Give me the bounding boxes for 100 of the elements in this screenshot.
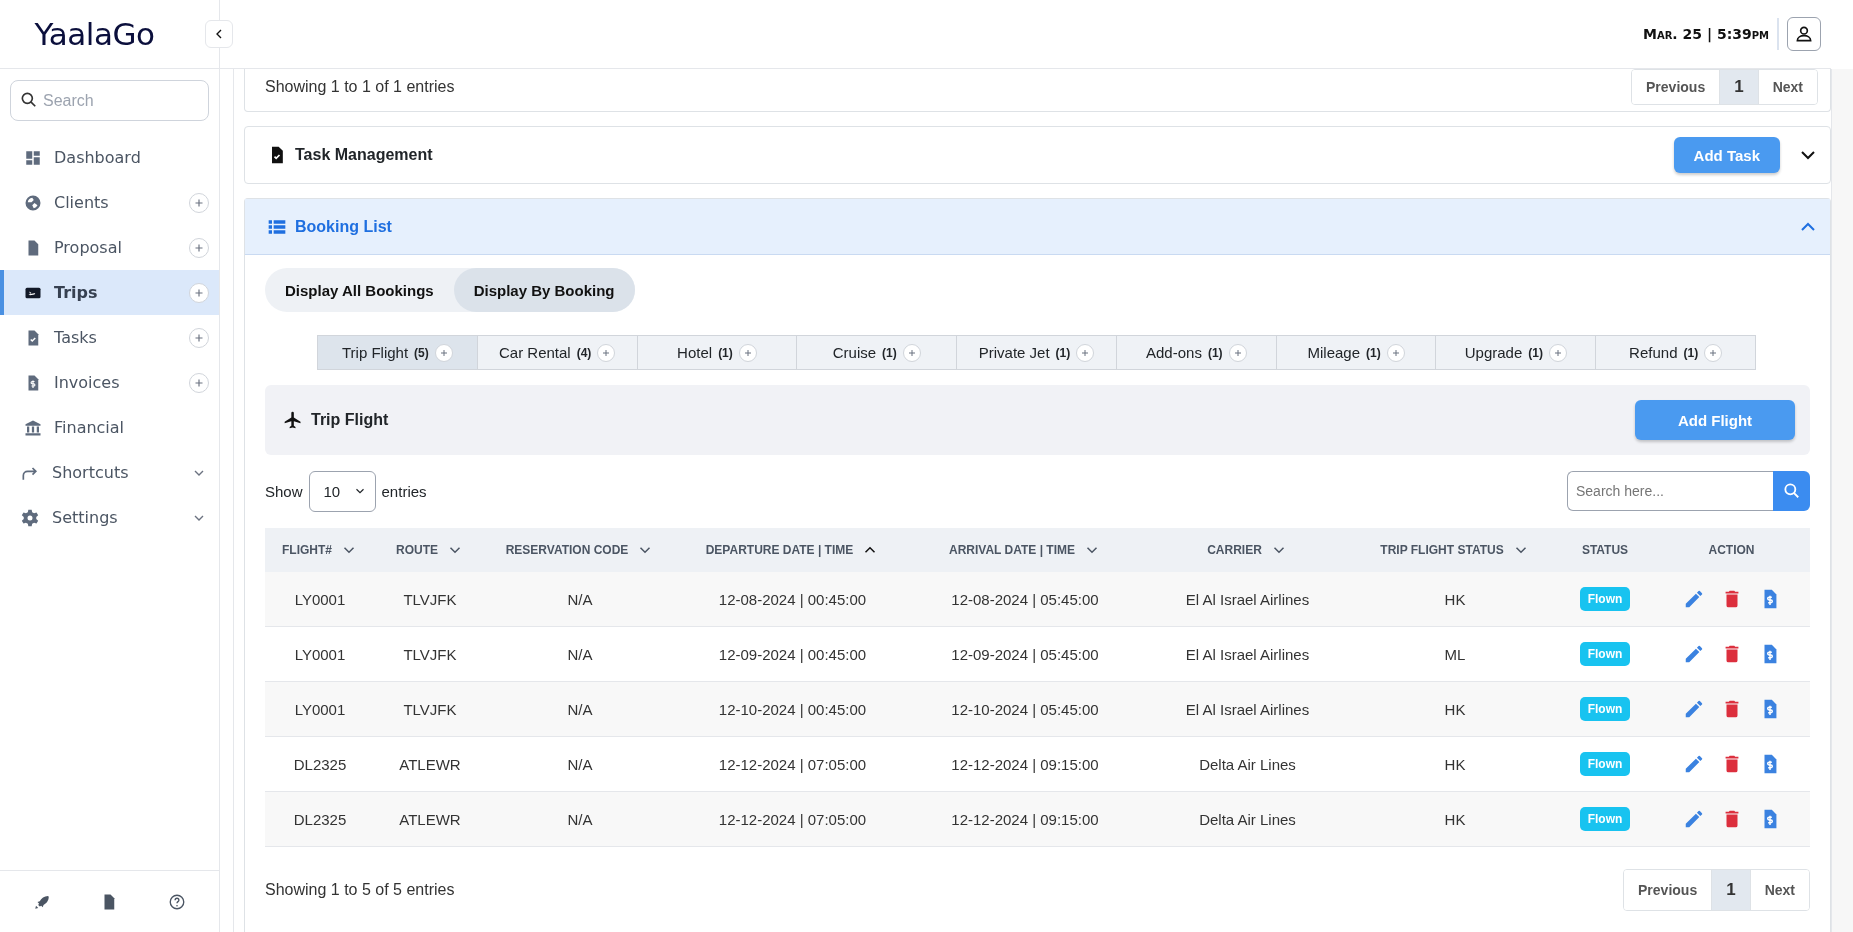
add-button[interactable]: [1228, 343, 1247, 362]
category-tab[interactable]: Cruise (1): [797, 336, 958, 369]
column-header[interactable]: ROUTE: [396, 543, 438, 557]
add-button[interactable]: [189, 372, 209, 393]
nav-item[interactable]: Shortcuts: [0, 450, 219, 495]
nav-label: Clients: [54, 193, 110, 212]
table-cell: LY0001: [294, 590, 346, 608]
table-cell: 12-10-2024 | 00:45:00: [718, 700, 867, 718]
table-cell: HK: [1444, 590, 1466, 608]
add-button[interactable]: [1548, 343, 1567, 362]
user-button[interactable]: [1787, 17, 1821, 51]
column-header[interactable]: DEPARTURE DATE | TIME: [705, 543, 854, 557]
table-cell: HK: [1444, 700, 1466, 718]
table-cell: HK: [1444, 810, 1466, 828]
nav-label: Proposal: [54, 238, 123, 257]
help-icon[interactable]: [168, 892, 187, 911]
page-button[interactable]: 1: [1720, 70, 1759, 104]
card-title: Booking List: [295, 217, 392, 236]
add-button[interactable]: [189, 282, 209, 303]
table-cell: ATLEWR: [399, 755, 461, 773]
column-header[interactable]: STATUS: [1581, 543, 1629, 557]
status-badge: Flown: [1579, 642, 1631, 666]
column-header[interactable]: TRIP FLIGHT STATUS: [1380, 543, 1504, 557]
view-tab[interactable]: Display By Booking: [453, 268, 635, 312]
category-tab[interactable]: Trip Flight (5): [318, 336, 478, 369]
table-cell: 12-12-2024 | 07:05:00: [718, 755, 867, 773]
column-header[interactable]: RESERVATION CODE: [505, 543, 629, 557]
section-title: Trip Flight: [311, 411, 389, 429]
category-tab[interactable]: Add-ons (1): [1116, 336, 1277, 369]
category-tab[interactable]: Refund (1): [1596, 336, 1756, 369]
nav-item[interactable]: Dashboard: [0, 135, 219, 180]
column-header[interactable]: CARRIER: [1207, 543, 1262, 557]
nav-item[interactable]: Financial: [0, 405, 219, 450]
tab-count: (1): [882, 345, 897, 360]
settings-icon: [20, 507, 40, 528]
search-button[interactable]: [1773, 471, 1810, 511]
add-button[interactable]: [1076, 343, 1095, 362]
nav-item[interactable]: Settings: [0, 495, 219, 540]
entries-info: Showing 1 to 1 of 1 entries: [265, 78, 455, 96]
nav-item[interactable]: Proposal: [0, 225, 219, 270]
add-button[interactable]: [902, 343, 921, 362]
tab-label: Cruise: [832, 344, 877, 361]
table-cell: N/A: [567, 810, 593, 828]
table-cell: 12-08-2024 | 00:45:00: [718, 590, 867, 608]
tab-label: Add-ons: [1146, 344, 1202, 361]
status-badge: Flown: [1579, 807, 1631, 831]
category-tab[interactable]: Hotel (1): [637, 336, 798, 369]
label: Show: [265, 482, 303, 500]
tab-label: Upgrade: [1464, 344, 1523, 361]
add-button[interactable]: [189, 237, 209, 258]
table-cell: 12-12-2024 | 09:15:00: [951, 755, 1099, 773]
page-button[interactable]: Previous: [1632, 70, 1721, 104]
page-button[interactable]: 1: [1712, 870, 1751, 910]
table-cell: TLVJFK: [403, 645, 457, 663]
tab-label: Mileage: [1307, 344, 1360, 361]
column-header[interactable]: ARRIVAL DATE | TIME: [949, 543, 1075, 557]
nav-label: Shortcuts: [52, 463, 130, 482]
nav-item[interactable]: Trips: [0, 270, 219, 315]
add-button[interactable]: [189, 327, 209, 348]
table-cell: Delta Air Lines: [1199, 755, 1296, 773]
nav-item[interactable]: Clients: [0, 180, 219, 225]
page-button[interactable]: Previous: [1624, 870, 1713, 910]
category-tab[interactable]: Car Rental (4): [477, 336, 638, 369]
nav-label: Dashboard: [54, 148, 142, 167]
table-cell: 12-10-2024 | 05:45:00: [951, 700, 1099, 718]
nav-item[interactable]: Tasks: [0, 315, 219, 360]
collapse-button[interactable]: [205, 20, 233, 48]
card-title: Task Management: [295, 146, 433, 164]
add-button[interactable]: [189, 192, 209, 213]
table-cell: Delta Air Lines: [1199, 810, 1296, 828]
table-cell: LY0001: [294, 645, 346, 663]
table-cell: El Al Israel Airlines: [1185, 645, 1310, 663]
tab-label: Hotel: [677, 344, 713, 361]
tab-label: Car Rental: [499, 344, 571, 361]
table-cell: HK: [1444, 755, 1466, 773]
nav-label: Financial: [54, 418, 126, 437]
column-header[interactable]: FLIGHT#: [282, 543, 332, 557]
tab-count: (1): [1366, 345, 1381, 360]
column-header[interactable]: ACTION: [1708, 543, 1755, 557]
add-button[interactable]: [738, 343, 757, 362]
view-tab[interactable]: Display All Bookings: [265, 268, 454, 312]
add-button[interactable]: [434, 343, 453, 362]
search-field[interactable]: Search here...: [1567, 471, 1773, 511]
status-badge: Flown: [1579, 752, 1631, 776]
plane-icon: [283, 410, 303, 430]
page-size-select[interactable]: 10: [308, 470, 376, 512]
add-button[interactable]: [1704, 343, 1723, 362]
category-tab[interactable]: Private Jet (1): [957, 336, 1117, 369]
nav-label: Settings: [52, 508, 119, 527]
nav-item[interactable]: Invoices: [0, 360, 219, 405]
table-cell: DL2325: [293, 755, 347, 773]
category-tab[interactable]: Mileage (1): [1276, 336, 1437, 369]
category-tab[interactable]: Upgrade (1): [1436, 336, 1597, 369]
add-button[interactable]: [1386, 343, 1405, 362]
search-field[interactable]: Search: [10, 80, 209, 121]
add-button[interactable]: [597, 343, 616, 362]
tab-count: (5): [414, 345, 429, 360]
tab-count: (1): [1683, 345, 1699, 360]
bank-icon: [24, 418, 42, 437]
table-cell: TLVJFK: [403, 590, 457, 608]
